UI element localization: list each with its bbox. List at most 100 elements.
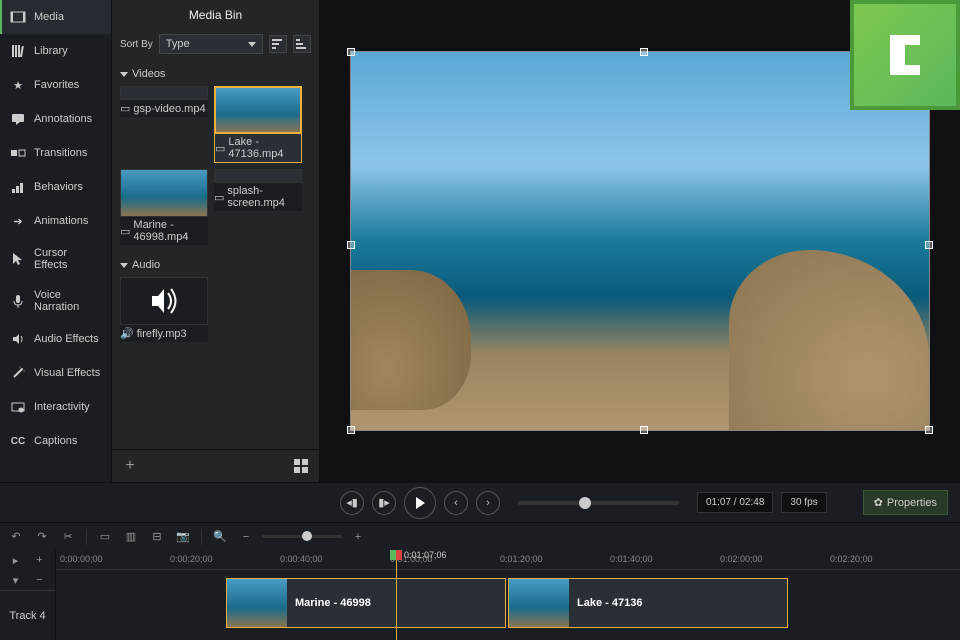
next-frame-button[interactable]: ▮▸: [372, 491, 396, 515]
sidebar-item-captions[interactable]: CC Captions: [0, 424, 111, 458]
sidebar-label: Favorites: [34, 79, 79, 91]
sidebar-label: Visual Effects: [34, 367, 100, 379]
sort-asc-button[interactable]: [269, 35, 287, 53]
audio-icon: 🔊: [120, 327, 134, 340]
media-item[interactable]: ▭gsp-video.mp4: [120, 86, 208, 163]
time-display: 01:07 / 02:48: [697, 492, 773, 513]
section-videos-header[interactable]: Videos: [120, 62, 311, 86]
timeline: ▸+ ▾− Track 4 0:00:00;00 0:00:20;00 0:00…: [0, 550, 960, 640]
paste-button[interactable]: ▥: [121, 527, 141, 547]
behavior-icon: [10, 179, 26, 195]
playhead[interactable]: 0:01:07;06: [396, 550, 397, 640]
playback-controls: ◂▮ ▮▸ ‹ › 01:07 / 02:48 30 fps ✿Properti…: [0, 482, 960, 522]
ruler-tick: 0:00:40;00: [280, 554, 323, 564]
media-item[interactable]: ▭Lake - 47136.mp4: [214, 86, 302, 163]
sidebar-item-library[interactable]: Library: [0, 34, 111, 68]
copy-button[interactable]: ▭: [95, 527, 115, 547]
library-icon: [10, 43, 26, 59]
timeline-clip[interactable]: Lake - 47136: [508, 578, 788, 628]
ruler-tick: 0:01:20;00: [500, 554, 543, 564]
sidebar-label: Library: [34, 45, 68, 57]
resize-handle[interactable]: [347, 426, 355, 434]
timeline-clip[interactable]: Marine - 46998: [226, 578, 506, 628]
sidebar: Media Library ★Favorites Annotations Tra…: [0, 0, 112, 482]
sidebar-item-transitions[interactable]: Transitions: [0, 136, 111, 170]
zoom-knob[interactable]: [302, 531, 312, 541]
wand-icon: [10, 365, 26, 381]
sidebar-item-interactivity[interactable]: Interactivity: [0, 390, 111, 424]
sidebar-label: Cursor Effects: [34, 247, 101, 271]
timeline-ruler[interactable]: 0:00:00;00 0:00:20;00 0:00:40;00 0:01:00…: [56, 550, 960, 570]
chevron-down-icon: [248, 42, 256, 47]
app-logo: [850, 0, 960, 110]
resize-handle[interactable]: [640, 426, 648, 434]
cursor-icon: [10, 251, 26, 267]
cut-button[interactable]: ✂: [58, 527, 78, 547]
sidebar-label: Behaviors: [34, 181, 83, 193]
media-item[interactable]: 🔊firefly.mp3: [120, 277, 208, 342]
animation-icon: ➔: [10, 213, 26, 229]
track-expand-button[interactable]: ▸: [6, 550, 26, 570]
sort-dropdown[interactable]: Type: [159, 34, 263, 54]
redo-button[interactable]: ↷: [32, 527, 52, 547]
resize-handle[interactable]: [925, 426, 933, 434]
zoom-out-button[interactable]: −: [236, 527, 256, 547]
track-remove-button[interactable]: −: [30, 570, 50, 590]
sidebar-label: Annotations: [34, 113, 92, 125]
ruler-tick: 0:02:20;00: [830, 554, 873, 564]
sidebar-item-visualfx[interactable]: Visual Effects: [0, 356, 111, 390]
section-audio-header[interactable]: Audio: [120, 253, 311, 277]
media-bin: Media Bin Sort By Type Videos ▭gsp-video…: [112, 0, 320, 482]
track-label[interactable]: Track 4: [0, 590, 55, 640]
playhead-time: 0:01:07;06: [404, 550, 447, 560]
split-button[interactable]: ⊟: [147, 527, 167, 547]
scrubber-knob[interactable]: [579, 497, 591, 509]
sidebar-item-annotations[interactable]: Annotations: [0, 102, 111, 136]
media-item[interactable]: ▭splash-screen.mp4: [214, 169, 302, 245]
timeline-tracks[interactable]: Marine - 46998 Lake - 47136: [56, 570, 960, 636]
resize-handle[interactable]: [347, 241, 355, 249]
zoom-slider[interactable]: [262, 535, 342, 538]
zoom-button[interactable]: 🔍: [210, 527, 230, 547]
sidebar-item-cursor[interactable]: Cursor Effects: [0, 238, 111, 280]
sidebar-item-audiofx[interactable]: Audio Effects: [0, 322, 111, 356]
collapse-icon: [120, 72, 128, 77]
sidebar-item-voice[interactable]: Voice Narration: [0, 280, 111, 322]
sidebar-item-animations[interactable]: ➔ Animations: [0, 204, 111, 238]
undo-button[interactable]: ↶: [6, 527, 26, 547]
properties-button[interactable]: ✿Properties: [863, 490, 948, 515]
preview-canvas[interactable]: [350, 51, 930, 431]
ruler-tick: 0:02:00;00: [720, 554, 763, 564]
fps-display: 30 fps: [781, 492, 826, 513]
media-bin-title: Media Bin: [112, 0, 319, 30]
sort-desc-button[interactable]: [293, 35, 311, 53]
interact-icon: [10, 399, 26, 415]
media-icon: [10, 9, 26, 25]
resize-handle[interactable]: [347, 48, 355, 56]
prev-frame-button[interactable]: ◂▮: [340, 491, 364, 515]
track-add-button[interactable]: +: [30, 550, 50, 570]
grid-view-button[interactable]: [291, 456, 311, 476]
prev-button[interactable]: ‹: [444, 491, 468, 515]
media-item[interactable]: ▭Marine - 46998.mp4: [120, 169, 208, 245]
snapshot-button[interactable]: 📷: [173, 527, 193, 547]
sidebar-label: Animations: [34, 215, 88, 227]
sidebar-item-media[interactable]: Media: [0, 0, 111, 34]
track-collapse-button[interactable]: ▾: [6, 570, 26, 590]
add-media-button[interactable]: +: [120, 456, 140, 476]
next-button[interactable]: ›: [476, 491, 500, 515]
ruler-tick: 0:00:00;00: [60, 554, 103, 564]
transition-icon: [10, 145, 26, 161]
play-button[interactable]: [404, 487, 436, 519]
ruler-tick: 0:00:20;00: [170, 554, 213, 564]
scrubber[interactable]: [518, 501, 679, 505]
resize-handle[interactable]: [925, 241, 933, 249]
sidebar-label: Captions: [34, 435, 77, 447]
sidebar-item-behaviors[interactable]: Behaviors: [0, 170, 111, 204]
zoom-in-button[interactable]: +: [348, 527, 368, 547]
cc-icon: CC: [10, 433, 26, 449]
sort-label: Sort By: [120, 39, 153, 50]
sidebar-item-favorites[interactable]: ★Favorites: [0, 68, 111, 102]
sidebar-label: Transitions: [34, 147, 87, 159]
resize-handle[interactable]: [640, 48, 648, 56]
